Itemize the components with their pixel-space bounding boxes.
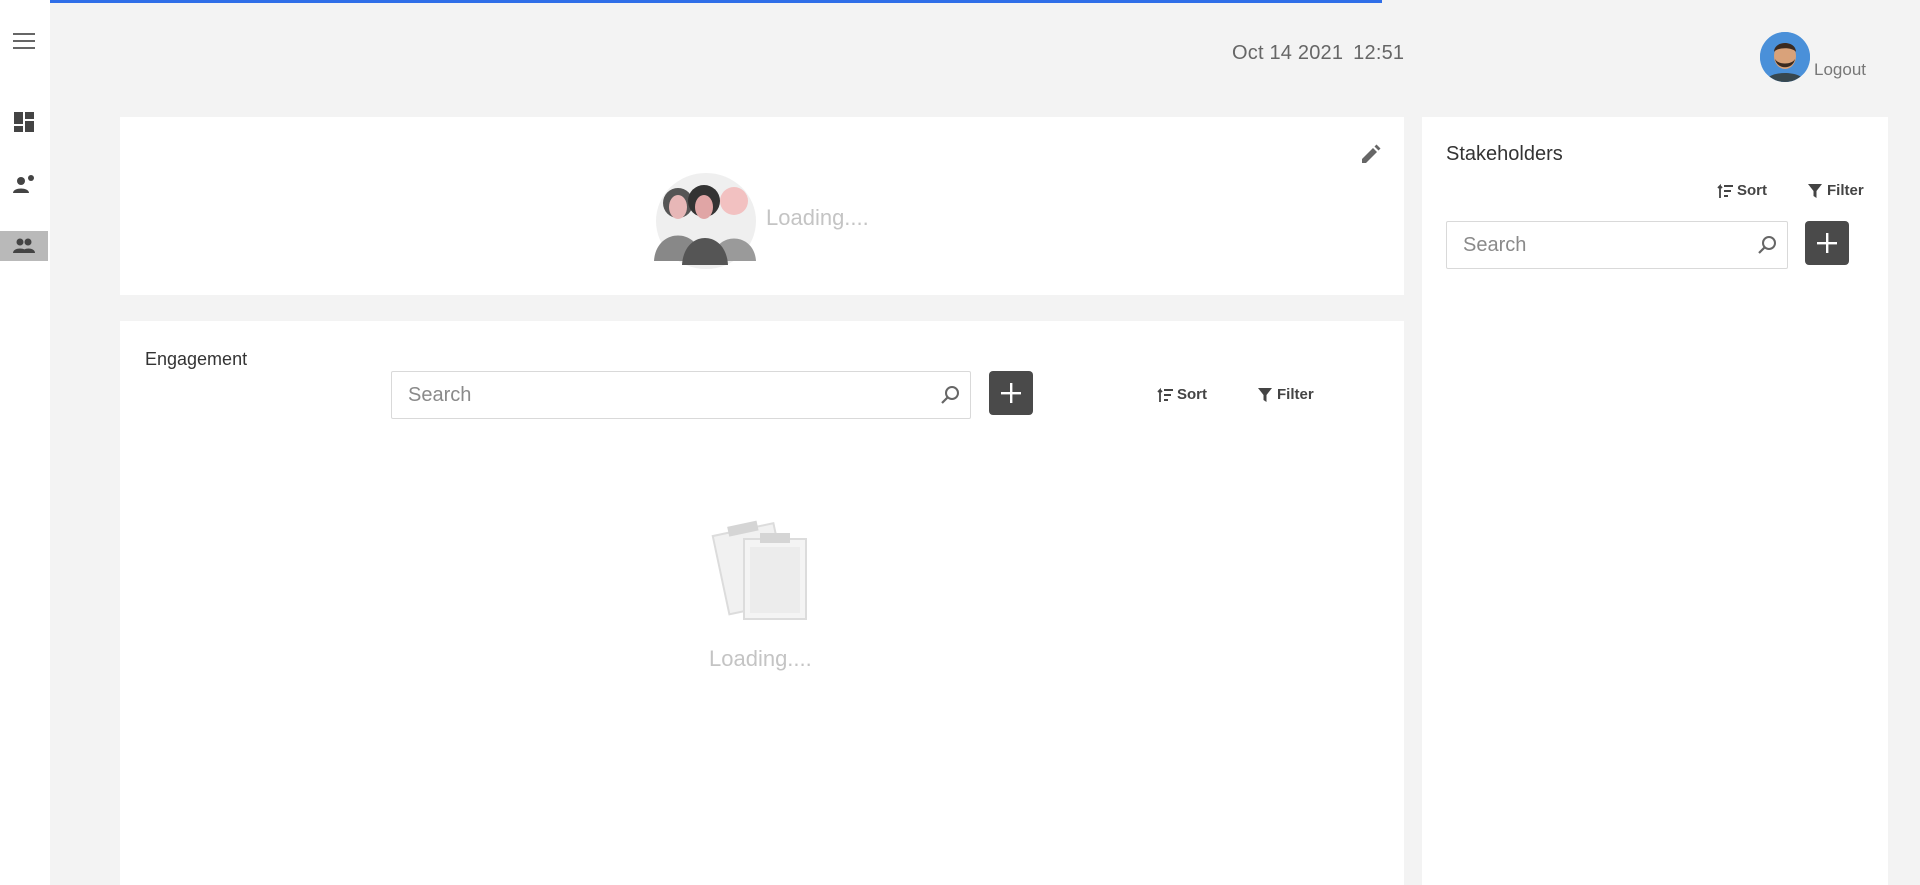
user-avatar[interactable] <box>1760 32 1810 82</box>
search-icon[interactable] <box>930 385 970 405</box>
engagement-search-field <box>391 371 971 419</box>
add-stakeholder-button[interactable] <box>1805 221 1849 265</box>
person-engagement-icon <box>13 175 34 193</box>
dashboard-icon <box>14 112 34 132</box>
stakeholders-filter-button[interactable]: Filter <box>1807 182 1864 199</box>
stakeholders-sort-button[interactable]: Sort <box>1717 182 1767 199</box>
sort-icon <box>1157 387 1173 402</box>
engagement-search-input[interactable] <box>392 383 930 407</box>
engagement-loading-text: Loading.... <box>709 646 812 671</box>
edit-button[interactable] <box>1360 143 1382 170</box>
logout-link[interactable]: Logout <box>1814 60 1866 80</box>
search-icon[interactable] <box>1747 235 1787 255</box>
header-date: Oct 14 2021 <box>1232 42 1344 64</box>
stakeholders-search-input[interactable] <box>1447 233 1747 257</box>
header-time: 12:51 <box>1353 42 1405 64</box>
menu-toggle-button[interactable] <box>0 26 48 56</box>
stakeholders-sort-label: Sort <box>1737 182 1767 199</box>
stakeholders-filter-label: Filter <box>1827 182 1864 199</box>
sidebar-item-dashboard[interactable] <box>0 107 48 137</box>
sidebar-nav <box>0 0 50 885</box>
add-engagement-button[interactable] <box>989 371 1033 415</box>
engagement-sort-button[interactable]: Sort <box>1157 386 1207 403</box>
avatar-icon <box>1760 32 1810 82</box>
pencil-icon <box>1362 144 1381 163</box>
profile-loading-text: Loading.... <box>766 205 869 230</box>
profile-card: Loading.... <box>120 117 1404 295</box>
filter-icon <box>1808 183 1822 198</box>
engagement-filter-button[interactable]: Filter <box>1257 386 1314 403</box>
engagement-title: Engagement <box>145 349 248 369</box>
filter-icon <box>1258 387 1272 402</box>
stakeholders-search-field <box>1446 221 1788 269</box>
engagement-card: Engagement Sort Filter <box>120 321 1404 885</box>
menu-icon <box>13 33 35 49</box>
page-load-progress-bar <box>0 0 1383 3</box>
header-datetime: Oct 14 2021 12:51 <box>1232 42 1404 65</box>
engagement-filter-label: Filter <box>1277 386 1314 403</box>
sidebar-item-stakeholders[interactable] <box>0 231 48 261</box>
group-icon <box>13 238 35 253</box>
sidebar-item-engagement[interactable] <box>0 169 48 199</box>
stakeholders-title: Stakeholders <box>1446 143 1563 165</box>
plus-icon <box>1817 233 1837 253</box>
engagement-sort-label: Sort <box>1177 386 1207 403</box>
clipboard-loading-illustration <box>710 517 814 626</box>
plus-icon <box>1001 383 1021 403</box>
sort-icon <box>1717 183 1733 198</box>
people-loading-illustration <box>654 165 758 276</box>
stakeholders-card: Stakeholders Sort Filter <box>1422 117 1888 885</box>
